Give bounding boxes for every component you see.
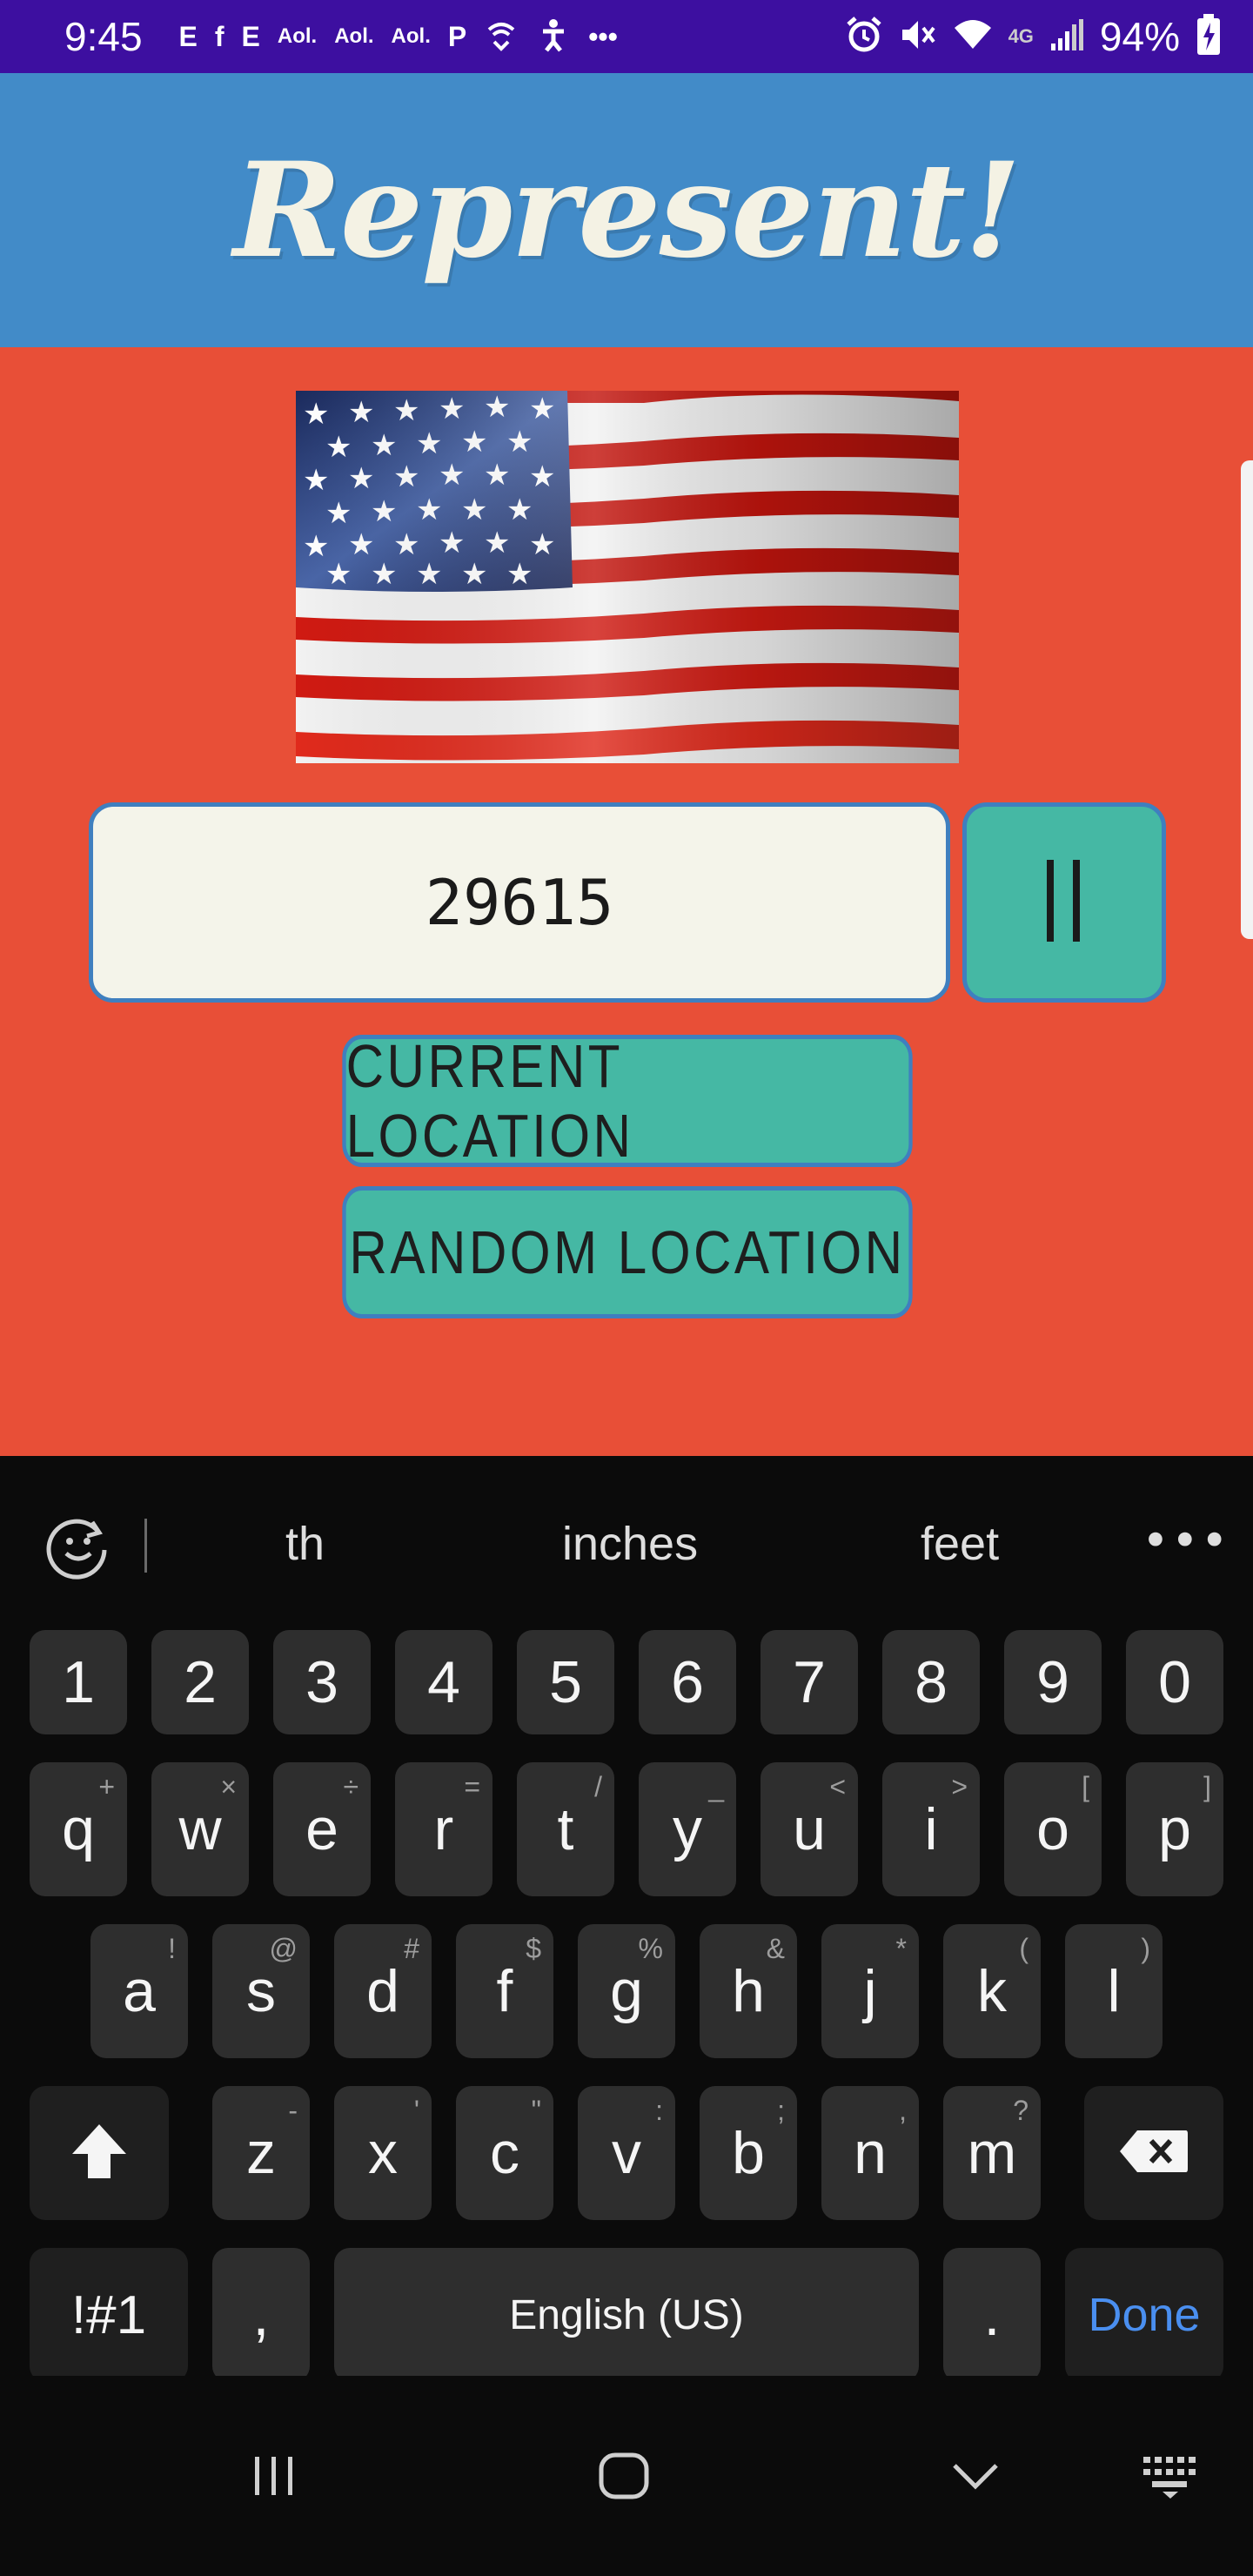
key-s[interactable]: @ s	[212, 1924, 310, 2058]
hide-keyboard-button[interactable]	[936, 2437, 1015, 2515]
key-v[interactable]: :v	[578, 2086, 675, 2220]
key-w[interactable]: × w	[151, 1762, 249, 1896]
news-app-icon: E	[241, 21, 260, 52]
news-app-icon: E	[178, 21, 198, 52]
key-5[interactable]: 5	[517, 1630, 614, 1734]
signal-icon	[1049, 17, 1084, 56]
status-bar: 9:45 E f E Aol. Aol. Aol. P ••• 4G 94%	[0, 0, 1253, 73]
status-time: 9:45	[64, 14, 143, 59]
shift-icon	[69, 2121, 130, 2186]
key-3[interactable]: 3	[273, 1630, 371, 1734]
key-z[interactable]: -z	[212, 2086, 310, 2220]
key-d[interactable]: # d	[334, 1924, 432, 2058]
home-button[interactable]	[585, 2437, 663, 2515]
done-key[interactable]: Done	[1065, 2248, 1223, 2382]
wifi-icon	[953, 17, 993, 56]
key-1[interactable]: 1	[30, 1630, 127, 1734]
lte-icon: 4G	[1008, 25, 1034, 47]
battery-charging-icon	[1196, 14, 1222, 59]
submit-zip-button[interactable]	[962, 802, 1166, 1003]
key-7[interactable]: 7	[761, 1630, 858, 1734]
keyboard: th inches feet ••• 1 2 3 4 5 6 7 8 9 0 +…	[0, 1456, 1253, 2382]
key-g[interactable]: % g	[578, 1924, 675, 2058]
zip-code-input[interactable]	[89, 802, 950, 1003]
key-l[interactable]: ) l	[1065, 1924, 1163, 2058]
submit-arrow-icon	[1038, 853, 1090, 952]
key-f[interactable]: $ f	[456, 1924, 553, 2058]
key-p[interactable]: ] p	[1126, 1762, 1223, 1896]
key-t[interactable]: / t	[517, 1762, 614, 1896]
suggestion-bar: th inches feet •••	[0, 1456, 1253, 1633]
more-options-icon[interactable]: •••	[1142, 1513, 1230, 1568]
key-2[interactable]: 2	[151, 1630, 249, 1734]
key-q[interactable]: + q	[30, 1762, 127, 1896]
facebook-icon: f	[214, 21, 224, 52]
key-c[interactable]: " c	[456, 2086, 553, 2220]
app-header: Represent!	[0, 73, 1253, 347]
key-y[interactable]: _ y	[639, 1762, 736, 1896]
key-8[interactable]: 8	[882, 1630, 980, 1734]
suggestion-feet[interactable]: feet	[921, 1517, 999, 1571]
accessibility-icon	[536, 17, 571, 56]
suggestion-th[interactable]: th	[285, 1517, 325, 1571]
mute-icon	[899, 16, 937, 57]
us-flag-image: ★★★★★★ ★★★★★ ★★★★★★ ★★★★★ ★★★★★★ ★★★★★	[296, 391, 959, 763]
key-m[interactable]: ? m	[943, 2086, 1041, 2220]
key-a[interactable]: ! a	[90, 1924, 188, 2058]
aol-icon: Aol.	[277, 24, 318, 48]
key-6[interactable]: 6	[639, 1630, 736, 1734]
key-0[interactable]: 0	[1126, 1630, 1223, 1734]
suggestion-divider	[144, 1519, 147, 1573]
comma-key[interactable]: ,	[212, 2248, 310, 2382]
battery-percent: 94%	[1099, 14, 1180, 59]
key-j[interactable]: * j	[821, 1924, 919, 2058]
wifi-call-icon	[484, 17, 519, 56]
key-x[interactable]: ' x	[334, 2086, 432, 2220]
key-o[interactable]: [o	[1004, 1762, 1102, 1896]
space-key[interactable]: English (US)	[334, 2248, 919, 2382]
backspace-key[interactable]	[1084, 2086, 1223, 2220]
key-h[interactable]: & h	[700, 1924, 797, 2058]
key-4[interactable]: 4	[395, 1630, 492, 1734]
more-notifications-icon: •••	[588, 21, 618, 52]
emoji-toggle-icon[interactable]	[44, 1512, 113, 1581]
aol-icon: Aol.	[391, 24, 431, 48]
key-r[interactable]: = r	[395, 1762, 492, 1896]
shift-key[interactable]	[30, 2086, 169, 2220]
edge-panel-handle[interactable]	[1241, 460, 1253, 939]
key-e[interactable]: ÷ e	[273, 1762, 371, 1896]
key-9[interactable]: 9	[1004, 1630, 1102, 1734]
suggestion-inches[interactable]: inches	[562, 1517, 698, 1571]
key-i[interactable]: > i	[882, 1762, 980, 1896]
random-location-button[interactable]: RANDOM LOCATION	[342, 1186, 913, 1318]
p-app-icon: P	[447, 21, 467, 52]
aol-icon: Aol.	[334, 24, 374, 48]
key-u[interactable]: < u	[761, 1762, 858, 1896]
keyboard-switch-icon[interactable]	[1131, 2437, 1209, 2515]
current-location-button[interactable]: CURRENT LOCATION	[342, 1032, 913, 1170]
app-title: Represent!	[233, 133, 1022, 287]
key-k[interactable]: (k	[943, 1924, 1041, 2058]
backspace-icon	[1118, 2129, 1189, 2178]
alarm-icon	[845, 16, 883, 57]
navigation-bar	[0, 2376, 1253, 2576]
key-b[interactable]: ; b	[700, 2086, 797, 2220]
recents-button[interactable]	[235, 2437, 313, 2515]
symbols-key[interactable]: !#1	[30, 2248, 188, 2382]
period-key[interactable]: .	[943, 2248, 1041, 2382]
main-panel: ★★★★★★ ★★★★★ ★★★★★★ ★★★★★ ★★★★★★ ★★★★★ C…	[0, 347, 1253, 1456]
key-n[interactable]: ,n	[821, 2086, 919, 2220]
